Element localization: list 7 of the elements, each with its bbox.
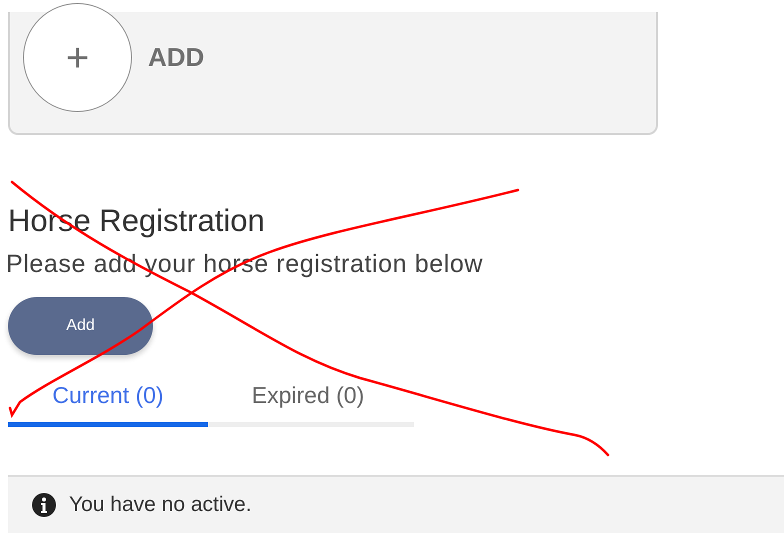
tab[interactable]: Expired (0) [208, 369, 408, 427]
notice-text: You have no active. [69, 493, 252, 517]
tab[interactable]: Current (0) [8, 369, 208, 427]
add-circle-button[interactable]: + [23, 3, 132, 112]
info-icon [31, 492, 57, 518]
add-button[interactable]: Add [8, 297, 153, 355]
add-label: ADD [148, 42, 204, 73]
